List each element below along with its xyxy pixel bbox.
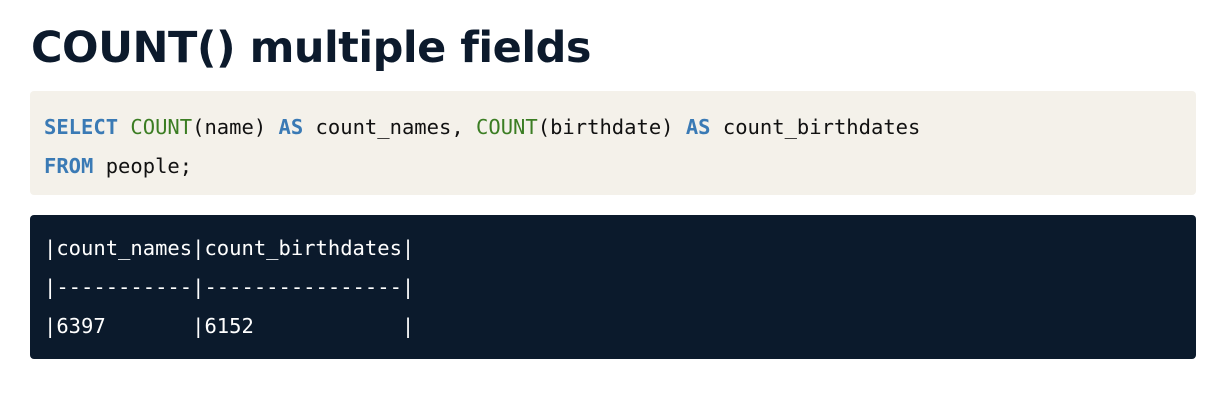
result-separator-row: |-----------|----------------| [44,275,415,299]
keyword-from: FROM [44,154,94,178]
code-line-select: SELECT COUNT(name) AS count_names, COUNT… [44,108,1196,147]
sql-code-block: SELECT COUNT(name) AS count_names, COUNT… [30,91,1196,195]
alias-count-names: count_names, [303,115,477,139]
result-header-row: |count_names|count_birthdates| [44,236,415,260]
alias-count-birthdates: count_birthdates [710,115,921,139]
code-line-from: FROM people; [44,147,1196,186]
keyword-select: SELECT [44,115,119,139]
page-title: COUNT() multiple fields [31,23,591,73]
argument-birthdate: (birthdate) [537,115,686,139]
result-data-row: |6397 |6152 | [44,314,415,338]
table-name: people; [93,154,193,178]
keyword-as-names: AS [278,115,304,139]
function-count-name: COUNT [130,115,193,139]
query-result-block: |count_names|count_birthdates| |--------… [30,215,1196,359]
function-count-birthdate: COUNT [476,115,538,139]
argument-name: (name) [192,115,279,139]
keyword-as-birthdates: AS [685,115,711,139]
